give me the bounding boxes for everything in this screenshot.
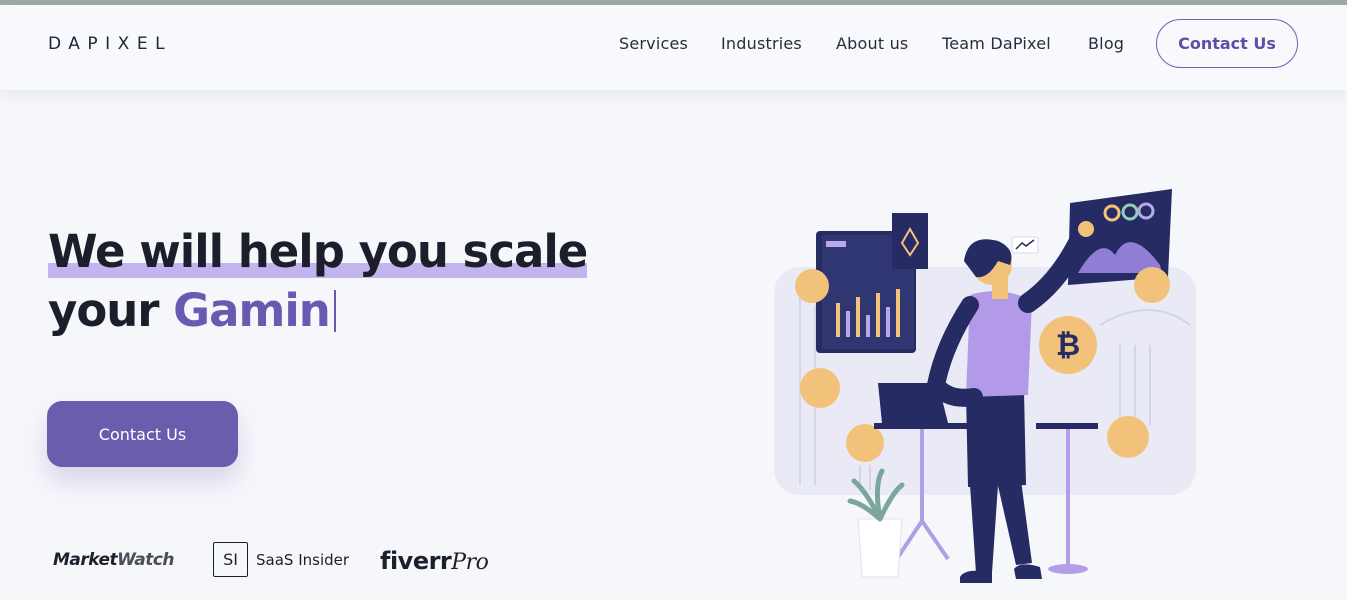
header-contact-button[interactable]: Contact Us [1156,19,1298,68]
hero-line-1: We will help you scale [48,222,588,281]
svg-text:₿: ₿ [1056,328,1080,363]
hero-heading: We will help you scale your Gamin [48,222,588,340]
logo[interactable]: DAPIXEL [48,34,172,54]
nav-about-us[interactable]: About us [836,34,908,53]
nav-services[interactable]: Services [619,34,688,53]
hero-line-2-prefix: your [48,284,174,337]
hero-contact-button[interactable]: Contact Us [47,401,238,467]
fiverr-pro-logo: fiverrPro [380,547,489,575]
crypto-illustration: ₿ [774,189,1196,583]
nav-team-dapixel[interactable]: Team DaPixel [942,34,1051,53]
nav-blog[interactable]: Blog [1088,34,1124,53]
saas-insider-logo: SaaS Insider [256,551,350,569]
site-header: DAPIXEL Services Industries About us Tea… [0,5,1347,90]
hero-typed-word: Gamin [173,284,331,337]
marketwatch-logo: MarketWatch [53,550,175,570]
saas-insider-icon: SI [213,542,248,577]
nav-industries[interactable]: Industries [721,34,802,53]
typing-cursor [333,290,336,332]
ethereum-tag [892,213,928,269]
plant-pot [857,518,903,578]
